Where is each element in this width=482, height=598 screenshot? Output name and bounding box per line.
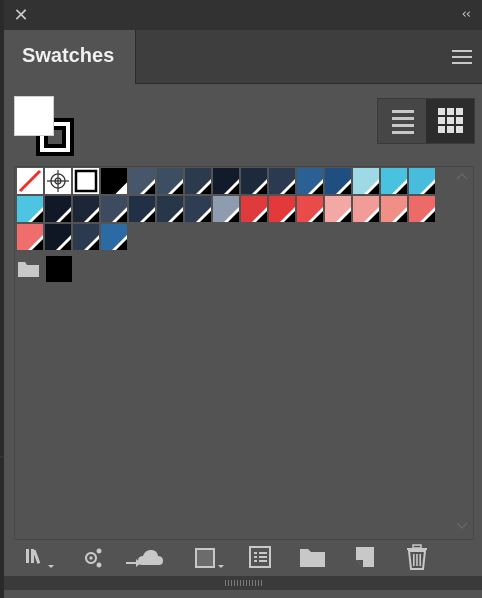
swatch[interactable] (325, 196, 351, 222)
view-toggle (377, 98, 475, 144)
swatch[interactable] (129, 168, 155, 194)
panel-resize-bar[interactable] (4, 576, 482, 590)
swatch[interactable] (241, 168, 267, 194)
collapse-icon[interactable]: ‹‹ (462, 7, 471, 22)
close-icon[interactable]: ✕ (12, 6, 30, 24)
swatch[interactable] (213, 168, 239, 194)
fill-swatch[interactable] (14, 96, 54, 136)
list-view-button[interactable] (378, 99, 426, 143)
swatch[interactable] (381, 168, 407, 194)
swatch-options-icon[interactable] (248, 543, 274, 571)
swatch[interactable] (73, 224, 99, 250)
swatch[interactable] (101, 224, 127, 250)
swatch[interactable] (73, 196, 99, 222)
swatch[interactable] (17, 168, 43, 194)
swatch[interactable] (157, 196, 183, 222)
swatch[interactable] (241, 196, 267, 222)
swatch[interactable] (353, 168, 379, 194)
swatch[interactable] (409, 168, 435, 194)
fill-stroke-widget (14, 96, 74, 156)
swatch[interactable] (269, 168, 295, 194)
swatch[interactable] (45, 168, 71, 194)
new-group-icon[interactable] (298, 543, 328, 571)
swatch[interactable] (73, 168, 99, 194)
tab-swatches[interactable]: Swatches (4, 30, 136, 84)
library-icon[interactable] (24, 543, 58, 571)
swatch[interactable] (45, 196, 71, 222)
tab-row: Swatches (4, 30, 482, 84)
scroll-down-icon[interactable] (457, 523, 467, 529)
grid-view-button[interactable] (426, 99, 474, 143)
swatch[interactable] (213, 196, 239, 222)
grip-icon (225, 580, 262, 586)
swatch[interactable] (17, 224, 43, 250)
swatch[interactable] (101, 168, 127, 194)
swatch[interactable] (297, 196, 323, 222)
swatch[interactable] (45, 224, 71, 250)
swatch[interactable] (185, 168, 211, 194)
list-view-icon (392, 110, 414, 134)
grid-view-icon (438, 108, 463, 133)
swatch[interactable] (409, 196, 435, 222)
bottom-toolbar (4, 540, 482, 574)
swatches-panel: ✕ ‹‹ Swatches (4, 0, 482, 598)
tab-label: Swatches (22, 45, 115, 67)
swatch[interactable] (129, 196, 155, 222)
trash-icon[interactable] (404, 543, 430, 571)
panel-menu-icon[interactable] (452, 50, 472, 64)
swatch[interactable] (297, 168, 323, 194)
swatch-grid-area (14, 166, 474, 540)
color-theme-icon[interactable] (80, 543, 106, 571)
swatch[interactable] (353, 196, 379, 222)
folder-icon[interactable] (17, 258, 41, 278)
scroll-up-icon[interactable] (457, 173, 467, 179)
swatch[interactable] (381, 196, 407, 222)
swatch[interactable] (269, 196, 295, 222)
swatch[interactable] (185, 196, 211, 222)
cloud-sync-icon[interactable] (124, 543, 166, 571)
swatch[interactable] (101, 196, 127, 222)
swatch-kind-icon[interactable] (194, 543, 228, 571)
panel-titlebar: ✕ ‹‹ (4, 0, 482, 30)
swatch[interactable] (157, 168, 183, 194)
swatch[interactable] (17, 196, 43, 222)
group-swatch[interactable] (46, 256, 72, 282)
swatch[interactable] (325, 168, 351, 194)
new-swatch-icon[interactable] (352, 543, 378, 571)
